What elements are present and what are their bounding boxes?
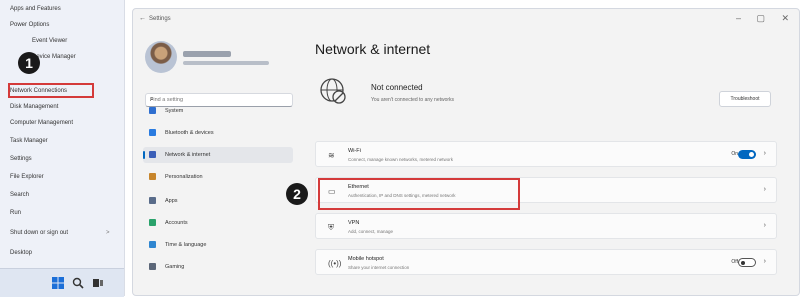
nav-icon <box>149 219 156 226</box>
submenu-arrow-icon: > <box>106 230 110 236</box>
sidebar-item-bluetooth-devices[interactable]: Bluetooth & devices <box>143 125 293 141</box>
minimize-button[interactable]: – <box>736 13 741 23</box>
user-name-redacted <box>183 51 231 57</box>
step-2-badge: 2 <box>286 183 308 205</box>
nav-icon <box>149 241 156 248</box>
sidebar-item-personalization[interactable]: Personalization <box>143 169 293 185</box>
sidebar-item-label: Time & language <box>165 242 207 248</box>
menu-item-settings[interactable]: Settings <box>10 156 32 162</box>
menu-item-disk-management[interactable]: Disk Management <box>10 104 58 110</box>
toggle-state-label: On <box>731 151 738 157</box>
menu-item-event-viewer[interactable]: Event Viewer <box>32 38 67 44</box>
vpn-icon: ⛨ <box>328 223 334 232</box>
setting-card-mobile-hotspot[interactable]: ((•)) Mobile hotspot Share your internet c… <box>315 249 777 275</box>
menu-item-file-explorer[interactable]: File Explorer <box>10 174 44 180</box>
chevron-right-icon: › <box>763 258 766 265</box>
sidebar-item-apps[interactable]: Apps <box>143 193 293 209</box>
mobile-hotspot-icon: ((•)) <box>328 259 342 268</box>
step-1-badge: 1 <box>18 52 40 74</box>
windows-start-icon[interactable] <box>52 277 64 289</box>
menu-item-search[interactable]: Search <box>10 192 29 198</box>
sidebar-item-label: Personalization <box>165 174 203 180</box>
sidebar-item-accounts[interactable]: Accounts <box>143 215 293 231</box>
nav-icon <box>149 263 156 270</box>
sidebar-item-label: System <box>165 108 184 114</box>
card-subtitle: Connect, manage known networks, metered … <box>348 157 454 162</box>
chevron-right-icon: › <box>763 222 766 229</box>
card-subtitle: Share your internet connection <box>348 265 410 270</box>
connection-status-title: Not connected <box>371 83 423 92</box>
sidebar-item-label: Gaming <box>165 264 185 270</box>
sidebar-item-label: Bluetooth & devices <box>165 130 214 136</box>
troubleshoot-button[interactable]: Troubleshoot <box>719 91 771 107</box>
nav-icon <box>149 197 156 204</box>
globe-disconnected-icon <box>319 77 347 105</box>
settings-sidebar: Find a setting ⌕ System Bluetooth & devic… <box>133 31 303 297</box>
menu-item-shut-down[interactable]: Shut down or sign out <box>10 230 68 236</box>
highlight-network-connections <box>8 83 94 98</box>
title-bar: ← Settings – ▢ ✕ <box>133 9 799 31</box>
sidebar-item-system[interactable]: System <box>143 103 293 119</box>
back-arrow-icon[interactable]: ← <box>139 15 146 22</box>
nav-icon <box>149 173 156 180</box>
menu-item-task-manager[interactable]: Task Manager <box>10 138 48 144</box>
menu-item-computer-management[interactable]: Computer Management <box>10 120 73 126</box>
card-title: Mobile hotspot <box>348 256 384 262</box>
close-button[interactable]: ✕ <box>781 13 789 24</box>
sidebar-item-time-language[interactable]: Time & language <box>143 237 293 253</box>
chevron-right-icon: › <box>763 186 766 193</box>
nav-icon <box>149 107 156 114</box>
sidebar-item-gaming[interactable]: Gaming <box>143 259 293 275</box>
toggle-state-label: Off <box>731 259 738 265</box>
winx-menu: Apps and Features Power Options Event Vi… <box>0 0 125 297</box>
user-email-redacted <box>183 61 269 65</box>
nav-icon <box>149 151 156 158</box>
sidebar-item-label: Apps <box>165 198 178 204</box>
sidebar-item-network-internet[interactable]: Network & internet <box>143 147 293 163</box>
sidebar-item-label: Network & internet <box>165 152 211 158</box>
page-title: Network & internet <box>315 41 431 57</box>
connection-status-subtitle: You aren't connected to any networks <box>371 97 455 103</box>
wifi-icon: ≋ <box>328 151 335 160</box>
task-view-icon[interactable] <box>92 277 104 289</box>
search-icon[interactable] <box>72 277 84 289</box>
highlight-ethernet <box>318 178 520 210</box>
window-title: Settings <box>149 16 171 22</box>
maximize-button[interactable]: ▢ <box>756 13 765 24</box>
card-title: Wi-Fi <box>348 148 361 154</box>
menu-item-apps-and-features[interactable]: Apps and Features <box>10 6 61 12</box>
settings-window: ← Settings – ▢ ✕ Find a setting ⌕ System… <box>132 8 800 296</box>
toggle-switch[interactable] <box>738 150 756 159</box>
main-content: Network & internet Not connected You are… <box>313 31 783 297</box>
menu-item-run[interactable]: Run <box>10 210 21 216</box>
sidebar-item-label: Accounts <box>165 220 188 226</box>
toggle-switch[interactable] <box>738 258 756 267</box>
setting-card-vpn[interactable]: ⛨ VPN Add, connect, manage › <box>315 213 777 239</box>
menu-item-desktop[interactable]: Desktop <box>10 250 32 256</box>
menu-item-power-options[interactable]: Power Options <box>10 22 49 28</box>
card-title: VPN <box>348 220 360 226</box>
selected-indicator <box>143 151 145 159</box>
setting-card-wi-fi[interactable]: ≋ Wi-Fi Connect, manage known networks, me… <box>315 141 777 167</box>
chevron-right-icon: › <box>763 150 766 157</box>
taskbar <box>0 268 124 297</box>
nav-icon <box>149 129 156 136</box>
card-subtitle: Add, connect, manage <box>348 229 394 234</box>
avatar[interactable] <box>145 41 177 73</box>
